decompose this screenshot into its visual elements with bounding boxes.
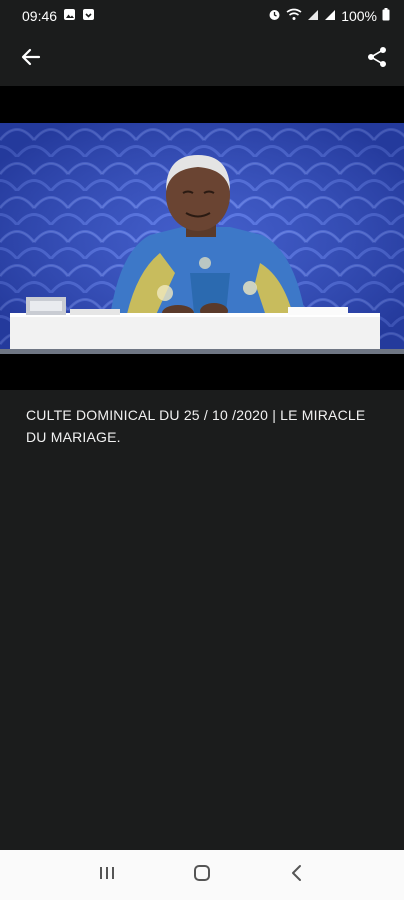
alarm-icon: [268, 8, 281, 24]
system-nav-bar: [0, 850, 404, 900]
gallery-icon: [63, 8, 76, 24]
battery-icon: [382, 8, 390, 24]
clock: 09:46: [22, 8, 58, 24]
wifi-icon: [286, 8, 302, 24]
recent-apps-button[interactable]: [87, 855, 127, 895]
back-icon: [290, 864, 304, 887]
home-button[interactable]: [182, 855, 222, 895]
home-icon: [193, 864, 211, 887]
back-button[interactable]: [18, 46, 44, 72]
video-title: CULTE DOMINICAL DU 25 / 10 /2020 | LE MI…: [26, 407, 366, 445]
nav-back-button[interactable]: [277, 855, 317, 895]
status-left: 09:46: [22, 8, 95, 24]
share-button[interactable]: [364, 46, 390, 72]
battery-text: 100%: [341, 8, 377, 24]
signal-icon: [324, 8, 336, 24]
status-bar: 09:46 100%: [0, 0, 404, 32]
recent-apps-icon: [98, 865, 116, 886]
arrow-left-icon: [21, 47, 41, 72]
status-right: 100%: [268, 8, 390, 24]
signal-icon: [307, 8, 319, 24]
download-icon: [82, 8, 95, 24]
share-icon: [366, 46, 388, 73]
video-frame: [0, 123, 404, 354]
app-bar: [0, 32, 404, 86]
video-player[interactable]: [0, 86, 404, 390]
